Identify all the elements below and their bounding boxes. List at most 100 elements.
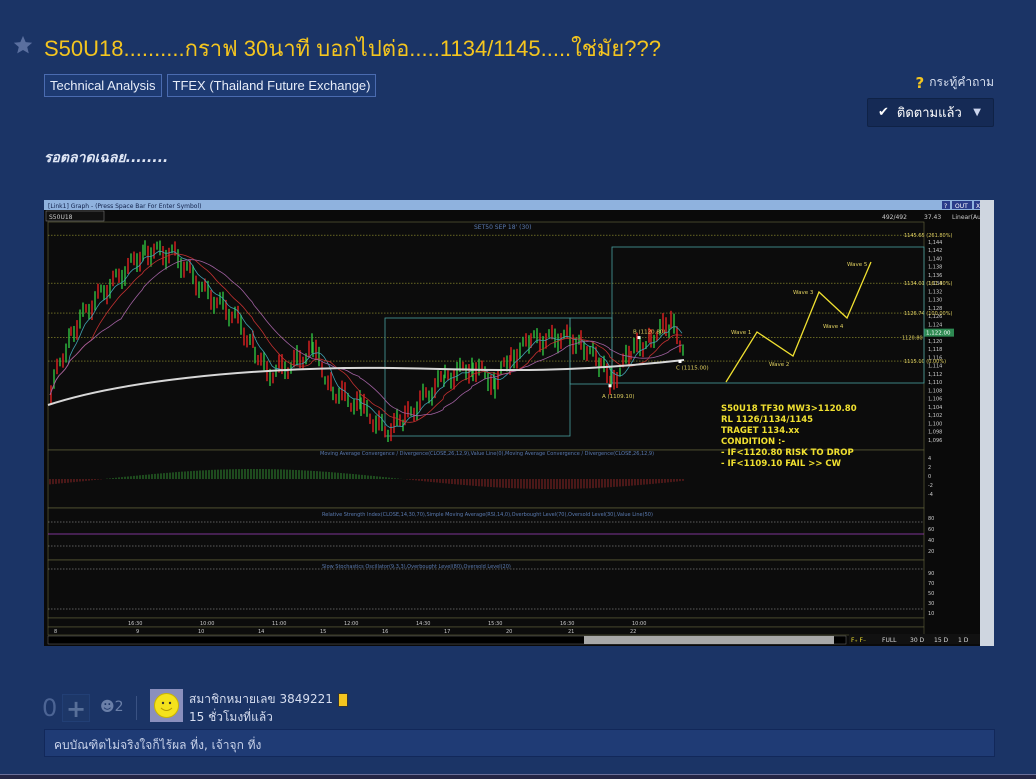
chart-screenshot-image: [Link1] Graph - (Press Space Bar For Ent…: [44, 200, 994, 646]
fib-label: 1145.65 (261.80%): [904, 233, 952, 239]
footer-divider: [0, 774, 1036, 779]
symbol-select[interactable]: S50U18: [49, 214, 73, 221]
pivot-point: [637, 336, 641, 340]
question-type: ? กระทู้คำถาม: [916, 73, 994, 92]
date-label: 8: [54, 629, 57, 635]
date-label: 9: [136, 629, 139, 635]
fib-label: 1115.10 (0.00%): [904, 359, 946, 365]
price-tick: 1,124: [928, 322, 942, 328]
time-label: 14:30: [416, 621, 430, 627]
date-label: 21: [568, 629, 574, 635]
emotion-icon: ☻: [100, 699, 115, 715]
out-button[interactable]: OUT: [955, 203, 968, 210]
price-tick: 1,140: [928, 256, 942, 262]
macd-tick: -4: [928, 492, 933, 498]
date-label: 16: [382, 629, 388, 635]
member-name[interactable]: สมาชิกหมายเลข 3849221: [189, 690, 333, 709]
time-axis: [47, 617, 925, 628]
pivot-label: A (1109.10): [602, 394, 635, 400]
wave-label: Wave 5: [847, 262, 868, 268]
date-axis: [47, 626, 925, 636]
price-tick: 1,110: [928, 380, 942, 386]
price-tick: 1,098: [928, 430, 942, 436]
time-label: 15:30: [488, 621, 502, 627]
stoch-title: Slow Stochastics Oscillator(9,3,3),Overb…: [322, 564, 511, 570]
main-panel-title: SET50 SEP 18' (30): [474, 224, 531, 231]
stoch-tick: 50: [928, 591, 934, 597]
fib-label: 1126.74 (100.00%): [904, 311, 952, 317]
price-tick: 1,144: [928, 240, 942, 246]
price-tick: 1,136: [928, 273, 942, 279]
stoch-tick: 90: [928, 571, 934, 577]
price-tick: 1,138: [928, 265, 942, 271]
tag-list: Technical Analysis TFEX (Thailand Future…: [44, 74, 377, 97]
price-tick: 1,106: [928, 397, 942, 403]
wave-label: Wave 2: [769, 362, 789, 368]
annotation-line: TRAGET 1134.xx: [721, 426, 800, 436]
stoch-tick: 70: [928, 581, 934, 587]
date-label: 17: [444, 629, 450, 635]
topic-title: S50U18..........กราฟ 30นาที บอกไปต่อ....…: [44, 36, 661, 61]
question-type-label: กระทู้คำถาม: [929, 75, 994, 89]
vote-score: 0: [42, 694, 58, 722]
stoch-tick: 30: [928, 601, 934, 607]
scrollbar-thumb: [584, 636, 834, 644]
close-button[interactable]: X: [976, 203, 980, 210]
chevron-down-icon[interactable]: ▼: [973, 107, 981, 118]
fib-label: 1120.80: [902, 336, 923, 342]
date-label: 22: [630, 629, 636, 635]
stoch-tick: 10: [928, 611, 934, 617]
annotation-line: - IF<1120.80 RISK TO DROP: [721, 448, 854, 458]
price-tick: 1,104: [928, 405, 942, 411]
pivot-point: [678, 359, 682, 363]
macd-title: Moving Average Convergence / Divergence(…: [320, 451, 654, 457]
topic-body: รอตลาดเฉลย........: [44, 150, 169, 166]
price-tick: 1,108: [928, 388, 942, 394]
zoom-buttons[interactable]: F₊ F₋: [851, 637, 866, 644]
follow-button[interactable]: ✔ ติดตามแล้ว ▼: [867, 98, 994, 127]
price-tick: 1,100: [928, 421, 942, 427]
follow-label: ติดตามแล้ว: [896, 106, 962, 121]
pivot-label: B (1120.80): [633, 330, 666, 336]
date-label: 20: [506, 629, 512, 635]
help-button[interactable]: ?: [944, 203, 947, 210]
rsi-tick: 60: [928, 527, 934, 533]
macd-tick: 0: [928, 474, 931, 480]
annotation-line: RL 1126/1134/1145: [721, 415, 813, 425]
tag-technical-analysis[interactable]: Technical Analysis: [44, 74, 162, 97]
time-label: 16:30: [560, 621, 574, 627]
fib-label: 1134.01 (161.80%): [904, 281, 952, 287]
question-icon: ?: [915, 73, 925, 92]
annotation-line: - IF<1109.10 FAIL >> CW: [721, 459, 842, 469]
rsi-title: Relative Strength Index(CLOSE,14,30,70),…: [322, 512, 653, 518]
range-full[interactable]: FULL: [882, 637, 897, 644]
value-readout: 37.43: [924, 214, 941, 221]
range-30d[interactable]: 30 D: [910, 637, 925, 644]
range-15d[interactable]: 15 D: [934, 637, 949, 644]
time-label: 10:00: [200, 621, 214, 627]
time-label: 12:00: [344, 621, 358, 627]
price-tick: 1,120: [928, 339, 942, 345]
rsi-tick: 20: [928, 549, 934, 555]
wave-label: Wave 1: [731, 330, 751, 336]
date-label: 10: [198, 629, 204, 635]
wave-label: Wave 4: [823, 324, 844, 330]
avatar[interactable]: [150, 689, 183, 722]
favorite-star-icon[interactable]: [12, 34, 34, 56]
count-readout: 492/492: [882, 214, 907, 221]
check-icon: ✔: [878, 105, 889, 120]
time-label: 16:30: [128, 621, 142, 627]
tag-tfex[interactable]: TFEX (Thailand Future Exchange): [166, 74, 377, 97]
range-1d[interactable]: 1 D: [958, 637, 969, 644]
time-label: 11:00: [272, 621, 286, 627]
price-tick: 1,142: [928, 248, 942, 254]
date-label: 15: [320, 629, 326, 635]
price-tick: 1,132: [928, 289, 942, 295]
price-tick: 1,118: [928, 347, 942, 353]
vote-plus-button[interactable]: +: [62, 694, 90, 723]
rsi-tick: 40: [928, 538, 934, 544]
divider: [136, 696, 137, 720]
annotation-line: CONDITION :-: [721, 437, 785, 447]
wave-label: Wave 3: [793, 290, 814, 296]
emotion-count[interactable]: ☻2: [100, 699, 124, 715]
